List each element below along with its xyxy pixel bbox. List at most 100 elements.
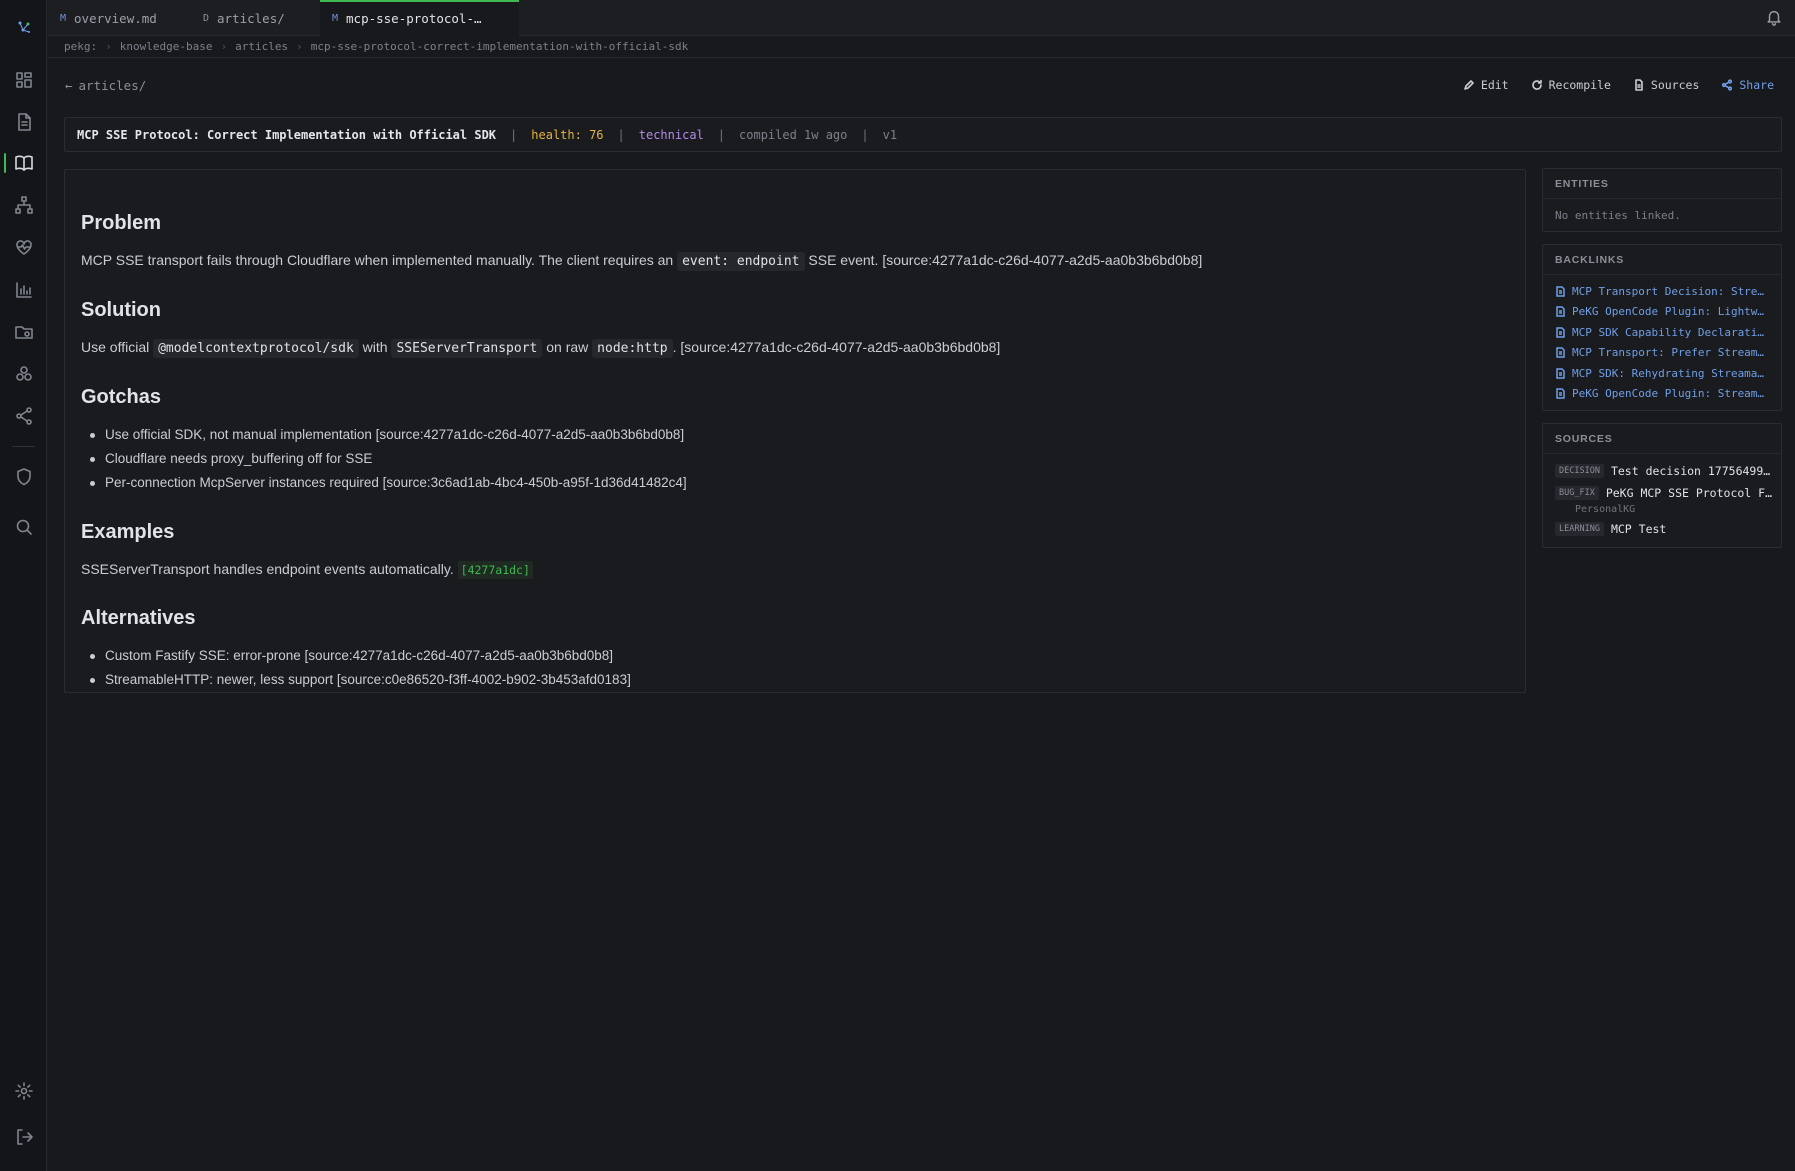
chevron-right-icon: › bbox=[105, 40, 112, 53]
inline-code: SSEServerTransport bbox=[391, 339, 543, 358]
backlink-item[interactable]: MCP Transport Decision: Stre… bbox=[1543, 281, 1781, 302]
problem-text: MCP SSE transport fails through Cloudfla… bbox=[81, 252, 674, 268]
backlink-item[interactable]: PeKG OpenCode Plugin: Stream… bbox=[1543, 384, 1781, 405]
document-icon bbox=[1556, 347, 1565, 358]
problem-text: SSE event. [source:4277a1dc-c26d-4077-a2… bbox=[808, 252, 1203, 268]
tab-label: overview.md bbox=[74, 10, 157, 26]
gotchas-list: Use official SDK, not manual implementat… bbox=[81, 423, 1509, 495]
document-icon bbox=[1556, 368, 1565, 379]
document-icon bbox=[1556, 388, 1565, 399]
source-citation-link[interactable]: [4277a1dc] bbox=[457, 561, 533, 579]
examples-paragraph: SSEServerTransport handles endpoint even… bbox=[81, 558, 1509, 581]
entities-panel: ENTITIES No entities linked. bbox=[1542, 168, 1782, 232]
article-actions: Edit Recompile Sources Share bbox=[1463, 78, 1774, 92]
chevron-right-icon: › bbox=[296, 40, 303, 53]
breadcrumb-item[interactable]: mcp-sse-protocol-correct-implementation-… bbox=[311, 40, 689, 53]
gear-icon[interactable] bbox=[0, 1073, 47, 1109]
markdown-file-icon: M bbox=[60, 12, 67, 24]
clusters-icon[interactable] bbox=[0, 356, 47, 392]
backlink-label: MCP SDK Capability Declarati… bbox=[1572, 325, 1765, 339]
backlink-item[interactable]: MCP SDK Capability Declarati… bbox=[1543, 322, 1781, 343]
hierarchy-icon[interactable] bbox=[0, 187, 47, 223]
bell-icon[interactable] bbox=[1765, 8, 1785, 28]
section-heading-examples: Examples bbox=[81, 521, 175, 543]
markdown-file-icon: M bbox=[332, 12, 339, 24]
source-type-badge: LEARNING bbox=[1555, 522, 1604, 536]
backlink-item[interactable]: PeKG OpenCode Plugin: Lightw… bbox=[1543, 302, 1781, 323]
document-icon[interactable] bbox=[0, 104, 47, 140]
app-logo-icon[interactable] bbox=[0, 9, 47, 45]
tab-label: articles/ bbox=[217, 10, 285, 26]
share-button[interactable]: Share bbox=[1721, 78, 1774, 92]
source-title: PeKG MCP SSE Protocol F… bbox=[1605, 486, 1772, 500]
sources-label: Sources bbox=[1650, 78, 1700, 92]
list-item: StreamableHTTP: newer, less support [sou… bbox=[81, 668, 1509, 692]
solution-text: . [source:4277a1dc-c26d-4077-a2d5-aa0b3b… bbox=[672, 339, 1001, 355]
entities-empty-state: No entities linked. bbox=[1555, 209, 1681, 222]
health-icon[interactable] bbox=[0, 229, 47, 265]
backlink-item[interactable]: MCP Transport: Prefer Stream… bbox=[1543, 343, 1781, 364]
meta-separator: | bbox=[861, 127, 869, 142]
back-label: articles/ bbox=[78, 78, 147, 93]
breadcrumb-item[interactable]: knowledge-base bbox=[120, 40, 213, 53]
source-item[interactable]: DECISION Test decision 17756499… bbox=[1543, 460, 1781, 482]
backlink-label: MCP SDK: Rehydrating Streama… bbox=[1572, 366, 1765, 380]
tab-bar: M overview.md D articles/ M mcp-sse-prot… bbox=[48, 0, 1795, 36]
back-link[interactable]: ← articles/ bbox=[65, 78, 146, 93]
analytics-icon[interactable] bbox=[0, 272, 47, 308]
document-icon bbox=[1556, 286, 1565, 297]
inline-code: node:http bbox=[592, 339, 673, 358]
compiled-time: compiled 1w ago bbox=[739, 127, 848, 142]
list-item: Per-connection McpServer instances requi… bbox=[81, 471, 1509, 495]
solution-paragraph: Use official @modelcontextprotocol/sdk w… bbox=[81, 336, 1509, 360]
examples-text: SSEServerTransport handles endpoint even… bbox=[81, 561, 454, 577]
left-nav-rail bbox=[0, 0, 47, 1171]
solution-text: with bbox=[362, 339, 388, 355]
section-heading-gotchas: Gotchas bbox=[81, 386, 162, 408]
meta-separator: | bbox=[510, 127, 518, 142]
alternatives-list: Custom Fastify SSE: error-prone [source:… bbox=[81, 644, 1509, 692]
file-icon bbox=[1635, 79, 1643, 91]
backlinks-panel: BACKLINKS MCP Transport Decision: Stre… … bbox=[1542, 244, 1782, 411]
version-label: v1 bbox=[882, 127, 898, 142]
backlink-item[interactable]: MCP SDK: Rehydrating Streama… bbox=[1543, 363, 1781, 384]
health-score: health: 76 bbox=[531, 127, 604, 142]
search-icon[interactable] bbox=[0, 509, 47, 545]
tab-overview[interactable]: M overview.md bbox=[48, 0, 191, 36]
breadcrumb: pekg: › knowledge-base › articles › mcp-… bbox=[48, 36, 1795, 58]
sources-button[interactable]: Sources bbox=[1633, 78, 1699, 92]
meta-separator: | bbox=[717, 127, 726, 142]
problem-paragraph: MCP SSE transport fails through Cloudfla… bbox=[81, 249, 1509, 273]
article-type-badge: technical bbox=[638, 127, 704, 142]
recompile-label: Recompile bbox=[1548, 78, 1611, 92]
shield-icon[interactable] bbox=[0, 459, 47, 495]
list-item: Use official SDK, not manual implementat… bbox=[81, 423, 1509, 447]
backlink-label: MCP Transport Decision: Stre… bbox=[1572, 284, 1765, 298]
edit-label: Edit bbox=[1480, 78, 1509, 92]
chevron-right-icon: › bbox=[220, 40, 228, 53]
source-item[interactable]: LEARNING MCP Test bbox=[1543, 518, 1781, 540]
breadcrumb-item[interactable]: articles bbox=[235, 40, 288, 53]
book-icon[interactable] bbox=[0, 145, 47, 181]
inline-code: event: endpoint bbox=[677, 252, 805, 271]
tab-label: mcp-sse-protocol-… bbox=[346, 10, 482, 26]
folder-tree-icon[interactable] bbox=[0, 314, 47, 350]
recompile-button[interactable]: Recompile bbox=[1531, 78, 1611, 92]
source-type-badge: DECISION bbox=[1555, 464, 1604, 478]
list-item: Cloudflare needs proxy_buffering off for… bbox=[81, 447, 1509, 471]
edit-button[interactable]: Edit bbox=[1463, 78, 1509, 92]
arrow-left-icon: ← bbox=[65, 78, 73, 93]
tab-mcp-sse-protocol[interactable]: M mcp-sse-protocol-… bbox=[320, 0, 519, 36]
graph-share-icon[interactable] bbox=[0, 398, 47, 434]
refresh-icon bbox=[1531, 79, 1542, 90]
tab-articles[interactable]: D articles/ bbox=[191, 0, 320, 36]
section-heading-problem: Problem bbox=[81, 212, 162, 234]
breadcrumb-item[interactable]: pekg: bbox=[64, 40, 97, 53]
section-heading-solution: Solution bbox=[81, 299, 161, 321]
share-label: Share bbox=[1739, 78, 1774, 92]
entities-heading: ENTITIES bbox=[1543, 169, 1781, 199]
dashboard-icon[interactable] bbox=[0, 62, 47, 98]
logout-icon[interactable] bbox=[0, 1119, 47, 1155]
source-project: PersonalKG bbox=[1575, 504, 1636, 515]
source-item[interactable]: BUG_FIX PeKG MCP SSE Protocol F… bbox=[1543, 482, 1781, 504]
